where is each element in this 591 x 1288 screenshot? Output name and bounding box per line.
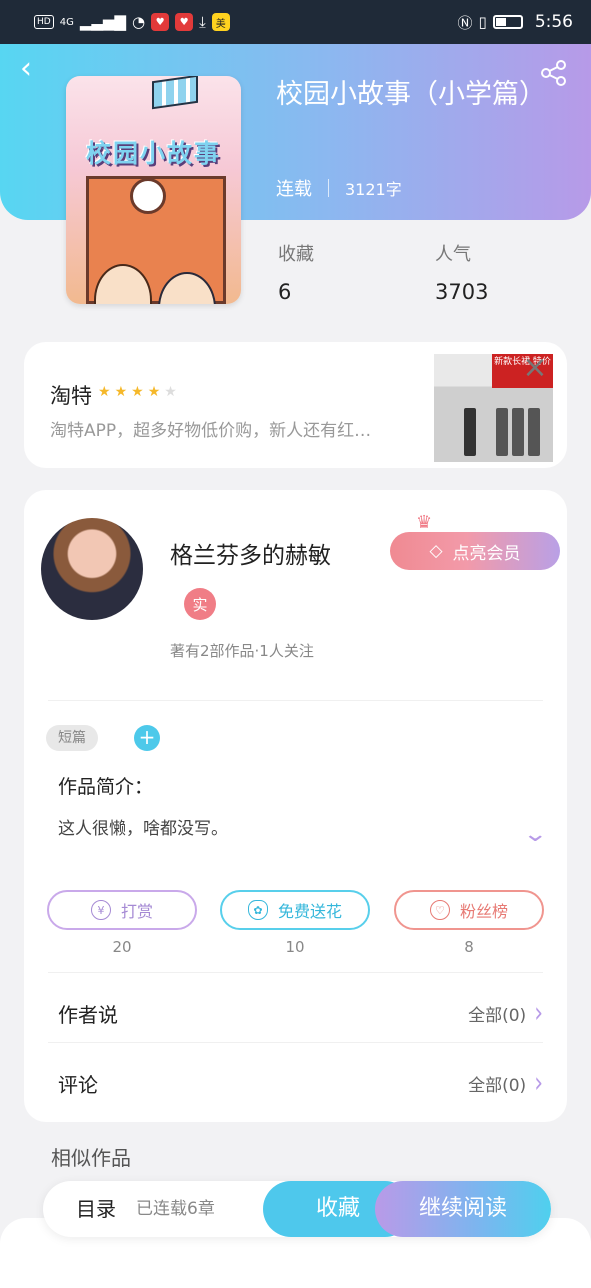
book-title: 校园小故事（小学篇） — [276, 79, 546, 110]
bottom-action-bar: 目录 已连载6章 收藏 继续阅读 — [43, 1181, 551, 1237]
meituan-icon: 美 — [211, 13, 230, 31]
stat-favorites: 收藏 6 — [278, 240, 435, 304]
download-icon: ⤓ — [199, 13, 206, 31]
star-icon: ★ — [98, 384, 111, 400]
fans-ranking-label: 粉丝榜 — [459, 902, 508, 921]
ad-description: 淘特APP，超多好物低价购，新人还有红… — [50, 421, 372, 441]
signal-icon: ▂▃▅▇ — [79, 13, 126, 31]
nfc-icon: Ⓝ — [457, 13, 473, 32]
row-label: 评论 — [58, 1072, 98, 1097]
star-empty-icon: ★ — [164, 384, 177, 400]
author-info-card: 格兰芬多的赫敏 ♛ ◇ 点亮会员 实 著有2部作品·1人关注 短篇 + 作品简介… — [24, 490, 567, 1122]
add-tag-button[interactable]: + — [134, 725, 160, 751]
fans-count: 8 — [464, 938, 474, 956]
author-says-row[interactable]: 作者说 全部(0) › — [58, 997, 543, 1030]
vibrate-icon: ▯ — [478, 13, 487, 31]
send-flower-button[interactable]: ✿ 免费送花 — [220, 890, 370, 930]
divider — [48, 1042, 543, 1043]
flower-count: 10 — [285, 938, 305, 956]
share-icon[interactable] — [539, 58, 569, 88]
book-cover[interactable]: 校园小故事 — [66, 76, 241, 304]
chevron-right-icon: › — [534, 996, 543, 1030]
divider — [48, 700, 543, 701]
book-stats: 收藏 6 人气 3703 — [278, 240, 591, 304]
divider — [328, 179, 329, 197]
diamond-icon: ◇ — [429, 541, 443, 561]
verified-badge: 实 — [184, 588, 216, 620]
clock: 5:56 — [534, 12, 573, 32]
ad-title: 淘特 — [50, 384, 92, 408]
row-label: 作者说 — [58, 1002, 118, 1027]
ad-rating: ★ ★ ★ ★ ★ — [98, 384, 177, 400]
chevron-right-icon: › — [534, 1066, 543, 1100]
clock-illustration — [130, 178, 166, 214]
genre-tag[interactable]: 短篇 — [46, 725, 98, 751]
clothing-illustration — [496, 408, 508, 456]
author-name[interactable]: 格兰芬多的赫敏 — [170, 536, 331, 570]
app-notification-icon: ♥ — [151, 13, 170, 31]
clothing-illustration — [512, 408, 524, 456]
back-icon[interactable]: ‹ — [20, 54, 50, 84]
row-right: 全部(0) › — [468, 1067, 543, 1100]
serial-status: 连载 — [276, 179, 312, 200]
stat-value: 3703 — [435, 280, 489, 304]
send-flower-label: 免费送花 — [277, 902, 342, 921]
tip-label: 打赏 — [120, 902, 153, 921]
row-right: 全部(0) › — [468, 997, 543, 1030]
wifi-icon: ◔ — [131, 13, 146, 31]
stat-value: 6 — [278, 280, 292, 304]
status-bar: HD 4G ▂▃▅▇ ◔ ♥ ♥ ⤓ 美 Ⓝ ▯ 5:56 — [0, 0, 591, 44]
battery-icon — [492, 15, 523, 29]
stat-popularity: 人气 3703 — [435, 240, 591, 304]
similar-works-heading: 相似作品 — [51, 1146, 131, 1170]
stat-label: 收藏 — [278, 244, 314, 265]
continue-reading-button[interactable]: 继续阅读 — [375, 1181, 551, 1237]
vip-button-label: 点亮会员 — [452, 543, 521, 564]
vip-button[interactable]: ◇ 点亮会员 — [390, 532, 560, 570]
app-notification-icon: ♥ — [175, 13, 194, 31]
toc-button[interactable]: 目录 — [76, 1181, 116, 1237]
crown-icon: ♛ — [416, 512, 433, 533]
ad-card[interactable]: 淘特 ★ ★ ★ ★ ★ 淘特APP，超多好物低价购，新人还有红… 新款长裙 特… — [24, 342, 567, 468]
intro-text: 这人很懒，啥都没写。 — [58, 819, 228, 839]
intro-label: 作品简介： — [58, 776, 154, 798]
flower-icon: ✿ — [247, 900, 268, 920]
word-count: 3121字 — [345, 180, 402, 199]
flag-illustration — [152, 76, 198, 110]
clothing-illustration — [464, 408, 476, 456]
clothing-illustration — [528, 408, 540, 456]
expand-chevron-icon[interactable]: ⌄ — [522, 822, 548, 847]
fans-ranking-button[interactable]: ♡ 粉丝榜 — [394, 890, 544, 930]
row-count: 全部(0) — [468, 1005, 527, 1026]
divider — [48, 972, 543, 973]
tip-button[interactable]: ¥ 打赏 — [47, 890, 197, 930]
chapter-count: 已连载6章 — [136, 1199, 215, 1219]
author-avatar[interactable] — [41, 518, 143, 620]
author-subtitle: 著有2部作品·1人关注 — [170, 642, 314, 660]
comments-row[interactable]: 评论 全部(0) › — [58, 1067, 543, 1100]
row-count: 全部(0) — [468, 1075, 527, 1096]
star-icon: ★ — [114, 384, 128, 400]
tip-count: 20 — [112, 938, 132, 956]
star-icon: ★ — [147, 384, 161, 400]
fans-icon: ♡ — [429, 900, 450, 920]
yen-coin-icon: ¥ — [90, 900, 111, 920]
cover-title: 校园小故事 — [85, 139, 221, 168]
stat-label: 人气 — [435, 244, 471, 265]
star-icon: ★ — [131, 384, 144, 400]
hd-badge: HD — [34, 15, 54, 29]
close-ad-icon[interactable]: × — [521, 353, 549, 383]
network-type: 4G — [59, 16, 74, 28]
book-meta: 连载 3121字 — [276, 175, 402, 201]
